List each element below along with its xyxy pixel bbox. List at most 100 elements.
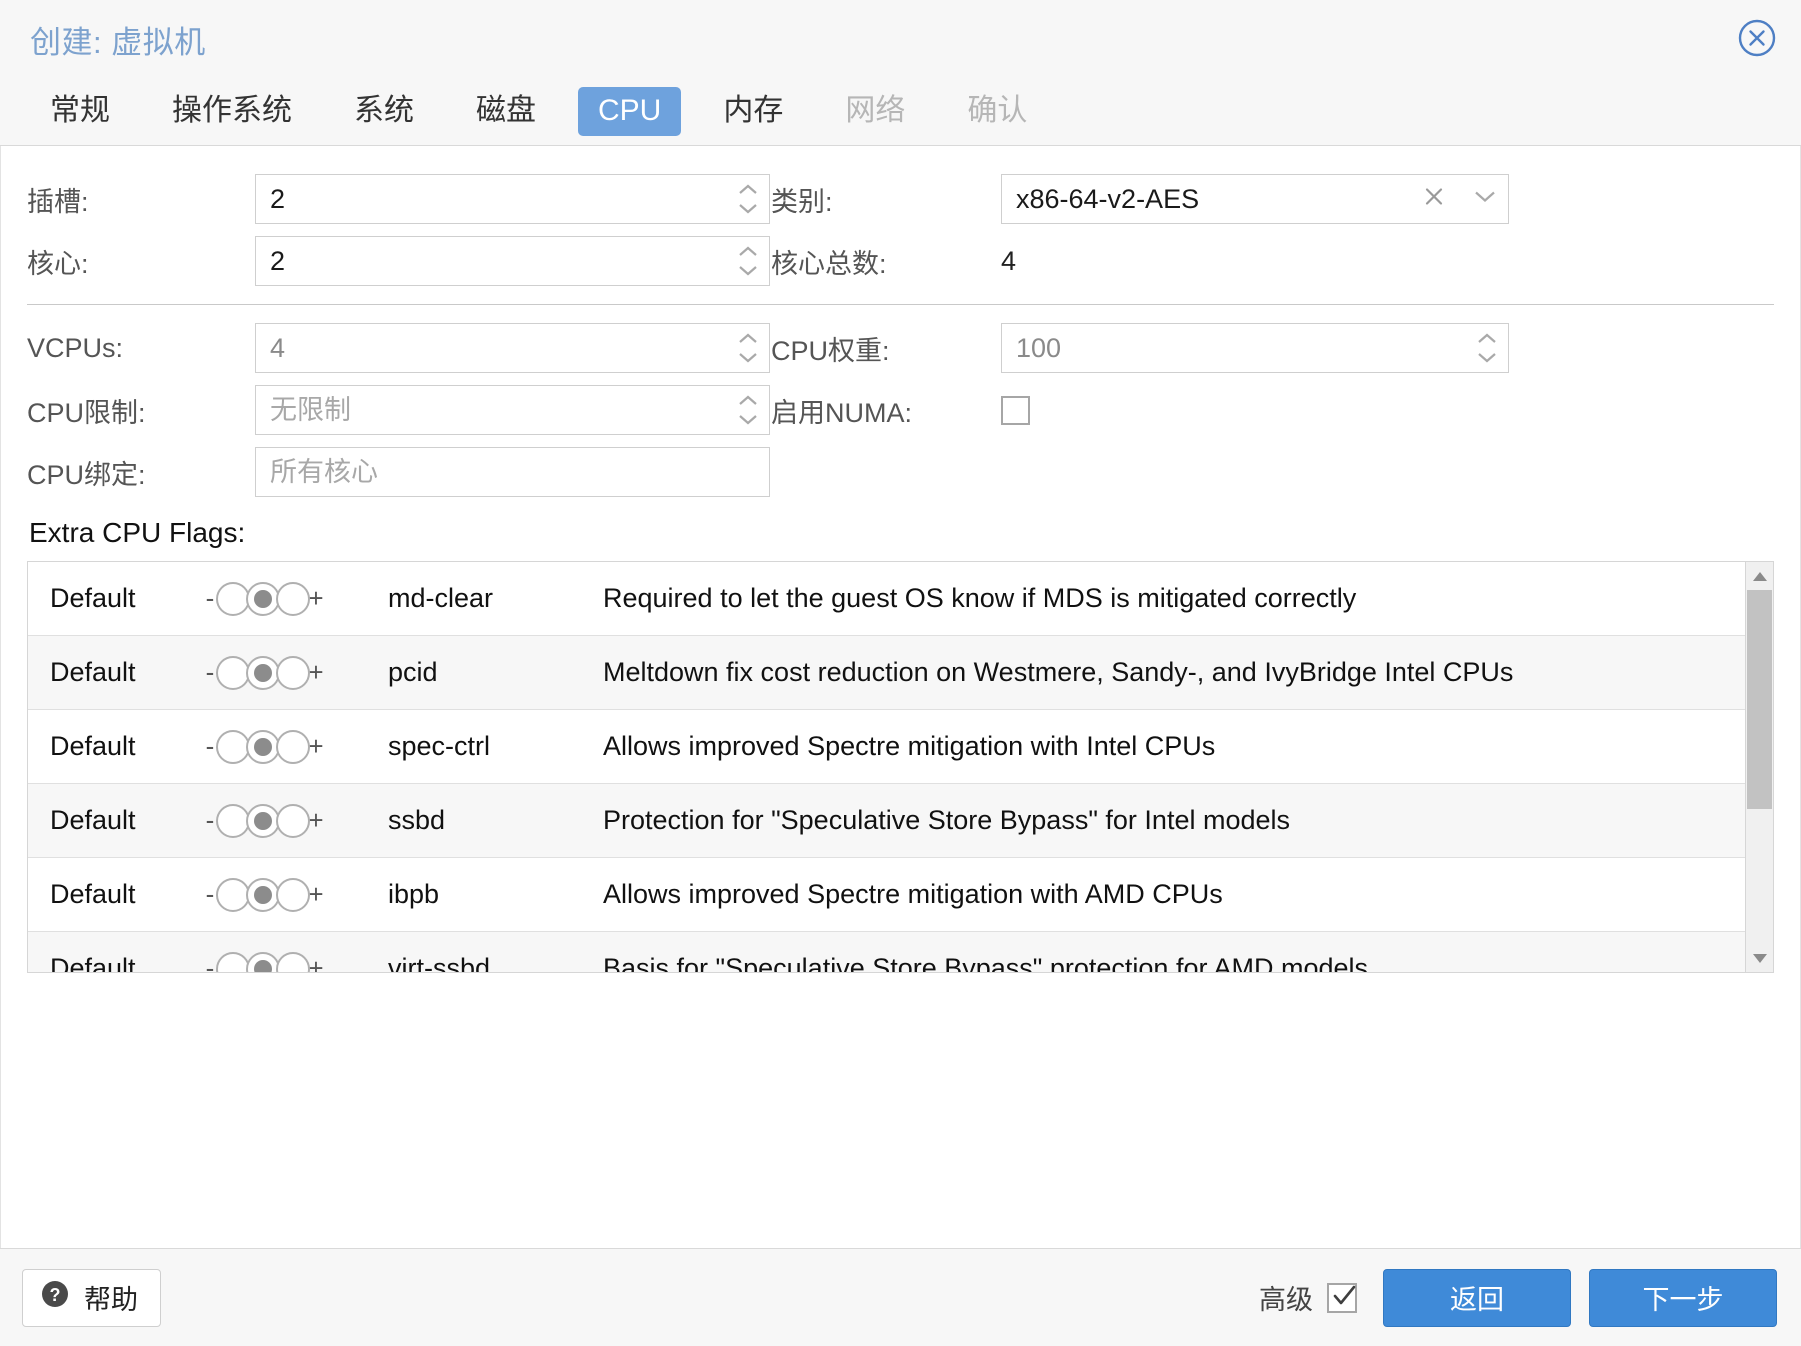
vcpus-spinner-arrows[interactable] (735, 331, 761, 365)
scrollbar-thumb[interactable] (1747, 590, 1772, 810)
flag-tristate-control[interactable]: - + (198, 803, 388, 838)
flag-radio-off[interactable] (216, 951, 250, 972)
flag-tristate-control[interactable]: - + (198, 729, 388, 764)
scroll-down-arrow-icon[interactable] (1746, 944, 1773, 972)
vcpus-input[interactable] (256, 324, 769, 372)
flag-radio-on[interactable] (276, 877, 310, 912)
flag-tristate-control[interactable]: - + (198, 655, 388, 690)
vcpus-spinner[interactable] (255, 323, 770, 373)
cpu-affinity-label: CPU绑定: (27, 459, 146, 490)
table-row[interactable]: Default - + md-clear Required to let the… (28, 562, 1745, 636)
flag-radio-on[interactable] (276, 655, 310, 690)
wizard-tabbar: 常规 操作系统 系统 磁盘 CPU 内存 网络 确认 (0, 78, 1801, 146)
chevron-down-icon[interactable] (1472, 188, 1498, 211)
flag-radio-group[interactable] (216, 655, 310, 690)
cpu-limit-input[interactable] (256, 386, 769, 434)
sockets-spinner[interactable] (255, 174, 770, 224)
flags-vertical-scrollbar[interactable] (1745, 562, 1773, 972)
cpu-bottom-grid: VCPUs: CPU权重: (27, 317, 1774, 503)
scroll-up-arrow-icon[interactable] (1746, 562, 1773, 590)
cores-label: 核心: (27, 248, 89, 279)
scrollbar-track[interactable] (1746, 590, 1773, 944)
extra-cpu-flags-table: Default - + md-clear Required to let the… (27, 561, 1774, 973)
flag-tristate-control[interactable]: - + (198, 877, 388, 912)
table-row[interactable]: Default - + pcid Meltdown fix cost reduc… (28, 636, 1745, 710)
flag-radio-group[interactable] (216, 877, 310, 912)
cpu-units-spinner-arrows[interactable] (1474, 331, 1500, 365)
tab-memory[interactable]: 内存 (703, 87, 803, 136)
flag-radio-on[interactable] (276, 581, 310, 616)
cpu-type-combobox[interactable] (1001, 174, 1509, 224)
tab-confirm: 确认 (967, 94, 1028, 128)
flag-radio-on[interactable] (276, 803, 310, 838)
tab-os[interactable]: 操作系统 (152, 87, 312, 136)
close-icon[interactable] (1735, 16, 1779, 60)
cpu-units-input[interactable] (1002, 324, 1508, 372)
flag-radio-default[interactable] (246, 803, 280, 838)
flag-name: ibpb (388, 879, 440, 909)
create-vm-dialog: 创建: 虚拟机 常规 操作系统 系统 磁盘 CPU 内存 网络 确认 插槽: 2… (0, 0, 1801, 1346)
flag-plus-button[interactable]: + (308, 583, 324, 614)
flag-radio-default[interactable] (246, 581, 280, 616)
cpu-units-label: CPU权重: (771, 335, 890, 366)
flag-state-label: Default (50, 953, 136, 972)
flag-plus-button[interactable]: + (308, 731, 324, 762)
vcpus-label-cell: VCPUs: (27, 317, 255, 379)
cores-field-cell (255, 230, 771, 292)
cpu-units-spinner[interactable] (1001, 323, 1509, 373)
sockets-input[interactable] (256, 175, 769, 223)
advanced-toggle[interactable]: 高级 (1259, 1278, 1357, 1317)
flag-radio-on[interactable] (276, 951, 310, 972)
flag-radio-off[interactable] (216, 655, 250, 690)
cores-spinner-arrows[interactable] (735, 244, 761, 278)
flag-radio-off[interactable] (216, 729, 250, 764)
cpu-limit-spinner-arrows[interactable] (735, 393, 761, 427)
flag-plus-button[interactable]: + (308, 657, 324, 688)
cores-spinner[interactable] (255, 236, 770, 286)
next-button[interactable]: 下一步 (1589, 1268, 1777, 1327)
flag-radio-off[interactable] (216, 581, 250, 616)
tab-disks[interactable]: 磁盘 (456, 87, 556, 136)
help-button[interactable]: ? 帮助 (22, 1268, 161, 1327)
dialog-title: 创建: 虚拟机 (30, 24, 206, 60)
clear-x-icon[interactable] (1422, 185, 1446, 214)
flag-plus-button[interactable]: + (308, 953, 324, 972)
table-row[interactable]: Default - + virt-ssbd Basis for "Specula… (28, 932, 1745, 972)
flag-radio-default[interactable] (246, 951, 280, 972)
table-row[interactable]: Default - + ibpb Allows improved Spectre… (28, 858, 1745, 932)
tab-general[interactable]: 常规 (30, 87, 130, 136)
flag-radio-default[interactable] (246, 877, 280, 912)
flag-radio-off[interactable] (216, 803, 250, 838)
flag-description: Meltdown fix cost reduction on Westmere,… (603, 657, 1514, 688)
flag-radio-on[interactable] (276, 729, 310, 764)
tab-system[interactable]: 系统 (334, 87, 434, 136)
table-row[interactable]: Default - + spec-ctrl Allows improved Sp… (28, 710, 1745, 784)
flag-state-label: Default (50, 879, 136, 909)
back-button[interactable]: 返回 (1383, 1268, 1571, 1327)
table-row[interactable]: Default - + ssbd Protection for "Specula… (28, 784, 1745, 858)
flag-radio-off[interactable] (216, 877, 250, 912)
flag-plus-button[interactable]: + (308, 805, 324, 836)
cpu-limit-spinner[interactable] (255, 385, 770, 435)
advanced-checkbox[interactable] (1327, 1282, 1357, 1313)
enable-numa-checkbox[interactable] (1001, 395, 1030, 425)
flag-tristate-control[interactable]: - + (198, 951, 388, 972)
flag-radio-group[interactable] (216, 951, 310, 972)
total-cores-cell: 核心总数: 4 (771, 230, 1774, 292)
flag-radio-group[interactable] (216, 581, 310, 616)
flag-plus-button[interactable]: + (308, 879, 324, 910)
flag-tristate-control[interactable]: - + (198, 581, 388, 616)
flag-radio-group[interactable] (216, 803, 310, 838)
flag-name: md-clear (388, 583, 494, 613)
flag-radio-default[interactable] (246, 655, 280, 690)
flag-description: Required to let the guest OS know if MDS… (603, 583, 1357, 614)
flag-radio-default[interactable] (246, 729, 280, 764)
flag-radio-group[interactable] (216, 729, 310, 764)
flag-description: Protection for "Speculative Store Bypass… (603, 805, 1290, 836)
tab-cpu[interactable]: CPU (578, 87, 682, 136)
sockets-spinner-arrows[interactable] (735, 182, 761, 216)
tab-network: 网络 (845, 94, 906, 128)
cpu-affinity-input[interactable] (256, 448, 769, 496)
cpu-affinity-field[interactable] (255, 447, 770, 497)
cores-input[interactable] (256, 237, 769, 285)
